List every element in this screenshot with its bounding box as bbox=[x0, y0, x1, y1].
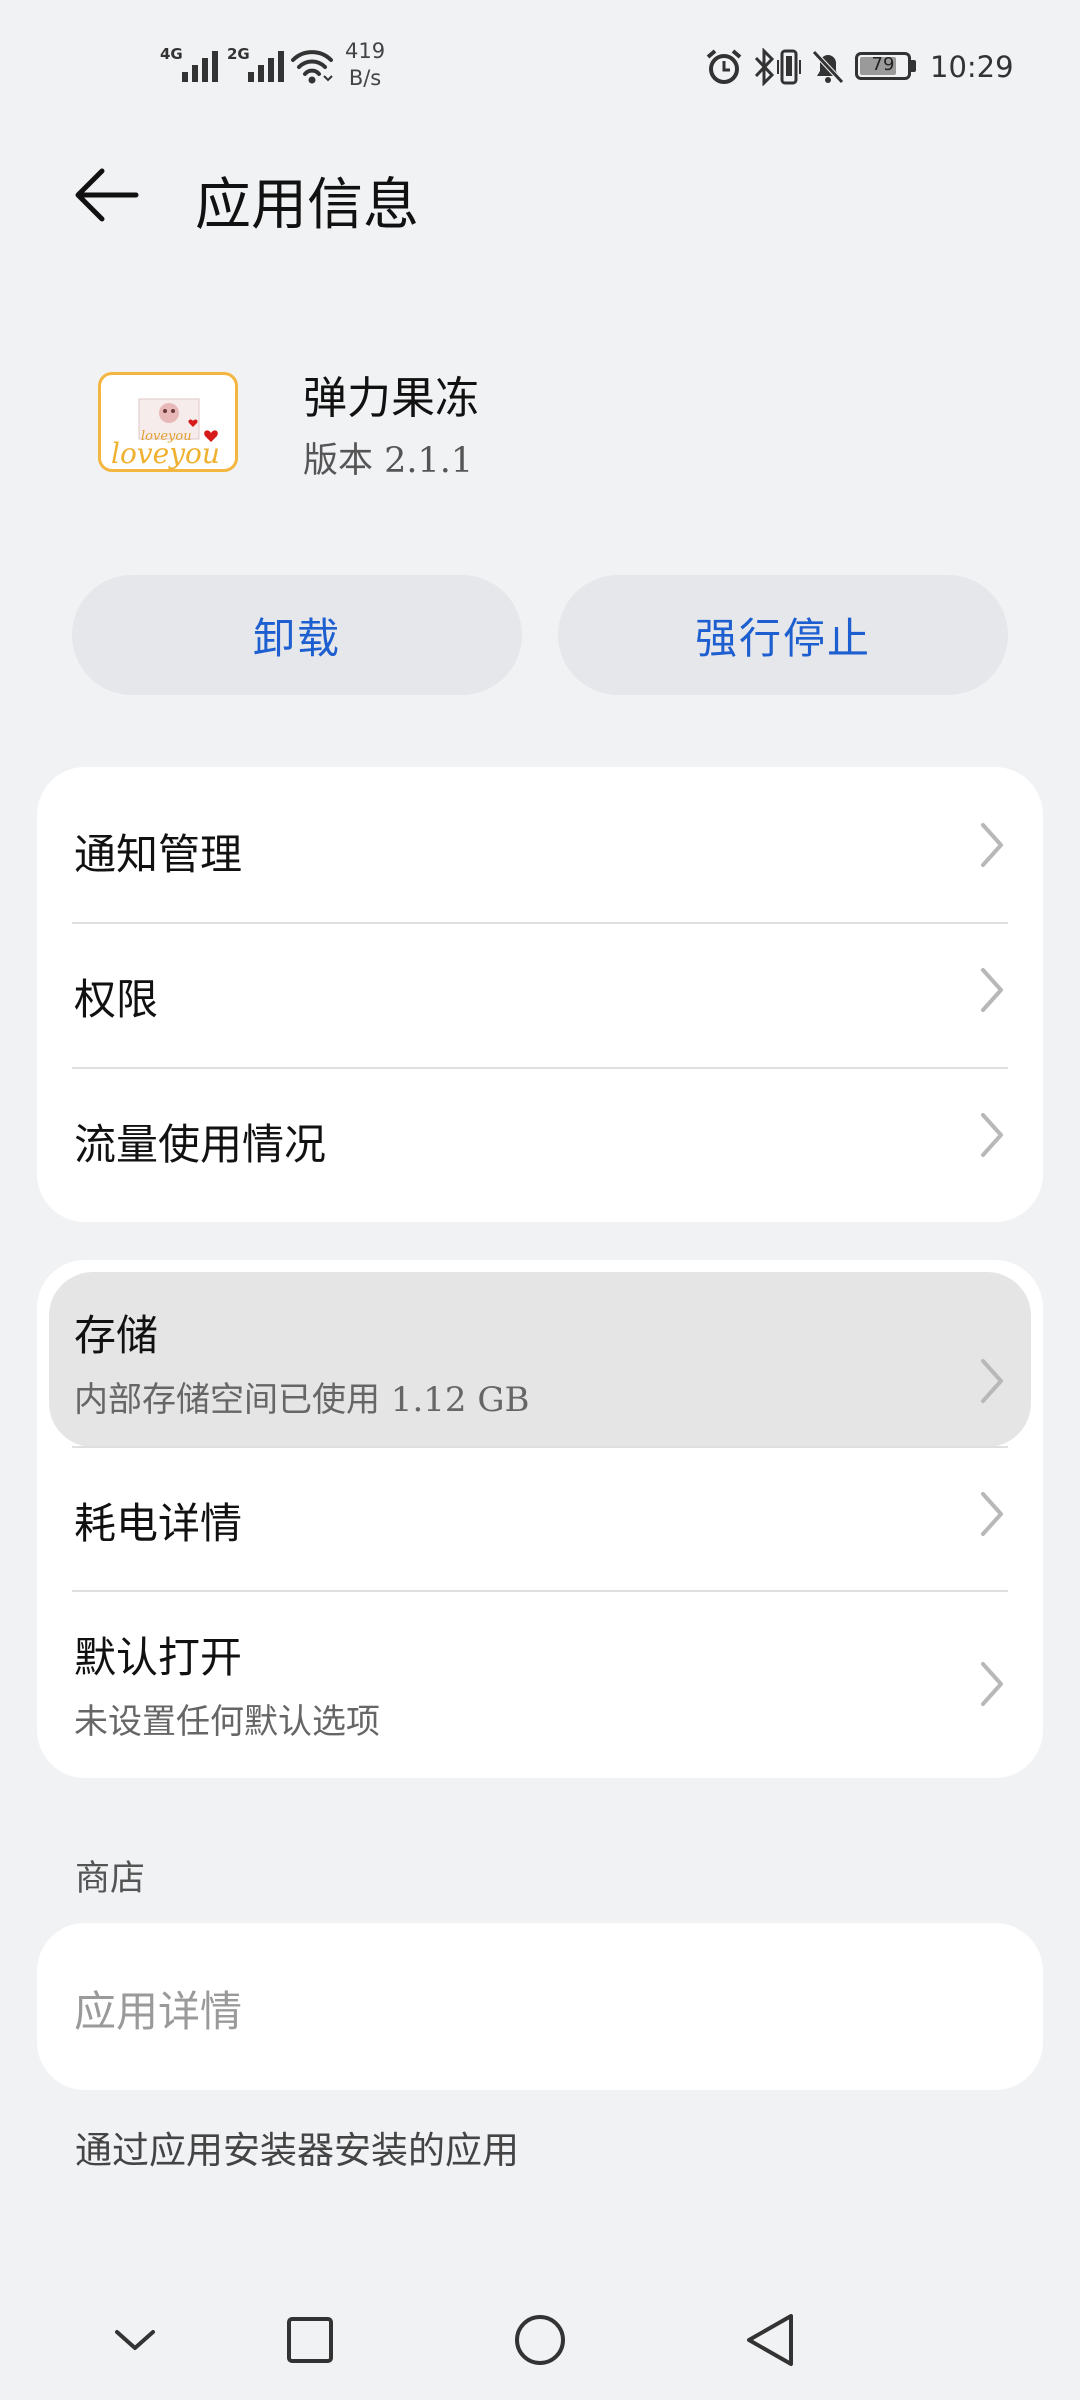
row-label: 耗电详情 bbox=[74, 1499, 243, 1548]
settings-card-2: 存储 内部存储空间已使用 1.12 GB 耗电详情 默认打开 未设置任何默认选项 bbox=[37, 1260, 1043, 1778]
chevron-right-icon bbox=[981, 1662, 1003, 1706]
triangle-back-icon[interactable] bbox=[725, 2300, 815, 2380]
app-details-row: 应用详情 bbox=[37, 1923, 1043, 2090]
row-label: 权限 bbox=[74, 975, 159, 1024]
arrow-left-icon[interactable] bbox=[70, 160, 150, 230]
network-speed-unit: B/s bbox=[348, 66, 382, 90]
row-label: 流量使用情况 bbox=[74, 1120, 327, 1169]
page-title: 应用信息 bbox=[195, 173, 419, 238]
app-icon-text: loveyou bbox=[111, 437, 220, 470]
network-type-1: 4G bbox=[160, 45, 183, 63]
app-version: 版本 2.1.1 bbox=[303, 441, 474, 481]
circle-icon[interactable] bbox=[495, 2300, 585, 2380]
battery-details-row[interactable]: 耗电详情 bbox=[37, 1448, 1043, 1590]
store-section-label: 商店 bbox=[75, 1859, 146, 1899]
row-label: 默认打开 bbox=[74, 1633, 243, 1682]
network-speed-value: 419 bbox=[345, 39, 386, 63]
notification-management-row[interactable]: 通知管理 bbox=[37, 767, 1043, 922]
vibrate-icon bbox=[777, 49, 801, 85]
status-bar: 4G 2G 419 B/s 79 10:29 bbox=[0, 0, 1080, 130]
chevron-right-icon bbox=[981, 968, 1003, 1012]
row-sublabel: 未设置任何默认选项 bbox=[74, 1702, 380, 1742]
battery-percent: 79 bbox=[871, 54, 895, 75]
row-label: 通知管理 bbox=[74, 830, 243, 879]
settings-card-1: 通知管理 权限 流量使用情况 bbox=[37, 767, 1043, 1222]
square-icon[interactable] bbox=[265, 2300, 355, 2380]
store-card: 应用详情 bbox=[37, 1923, 1043, 2090]
row-sublabel: 内部存储空间已使用 1.12 GB bbox=[74, 1380, 530, 1420]
storage-row[interactable]: 存储 内部存储空间已使用 1.12 GB bbox=[37, 1260, 1043, 1447]
permissions-row[interactable]: 权限 bbox=[37, 924, 1043, 1067]
signal-icon bbox=[182, 46, 218, 82]
uninstall-button[interactable]: 卸载 bbox=[72, 575, 522, 695]
clock: 10:29 bbox=[930, 50, 1014, 84]
battery-icon: 79 bbox=[855, 52, 911, 80]
open-by-default-row[interactable]: 默认打开 未设置任何默认选项 bbox=[37, 1592, 1043, 1778]
row-label: 存储 bbox=[74, 1311, 159, 1360]
network-speed: 419 B/s bbox=[345, 38, 385, 92]
alarm-icon bbox=[706, 49, 742, 84]
app-icon: loveyou loveyou bbox=[98, 372, 238, 472]
mute-bell-icon bbox=[812, 50, 844, 84]
chevron-right-icon bbox=[981, 823, 1003, 867]
chevron-right-icon bbox=[981, 1359, 1003, 1403]
battery-nub bbox=[911, 60, 916, 72]
wifi-icon bbox=[291, 50, 333, 84]
chevron-right-icon bbox=[981, 1113, 1003, 1157]
bluetooth-icon bbox=[754, 48, 775, 86]
network-type-2: 2G bbox=[227, 45, 250, 63]
data-usage-row[interactable]: 流量使用情况 bbox=[37, 1069, 1043, 1222]
app-name: 弹力果冻 bbox=[303, 373, 479, 424]
row-label: 应用详情 bbox=[74, 1987, 243, 2036]
installer-note: 通过应用安装器安装的应用 bbox=[75, 2129, 519, 2172]
force-stop-button[interactable]: 强行停止 bbox=[558, 575, 1008, 695]
signal-icon bbox=[248, 46, 284, 82]
chevron-down-icon[interactable] bbox=[90, 2300, 180, 2380]
chevron-right-icon bbox=[981, 1492, 1003, 1536]
